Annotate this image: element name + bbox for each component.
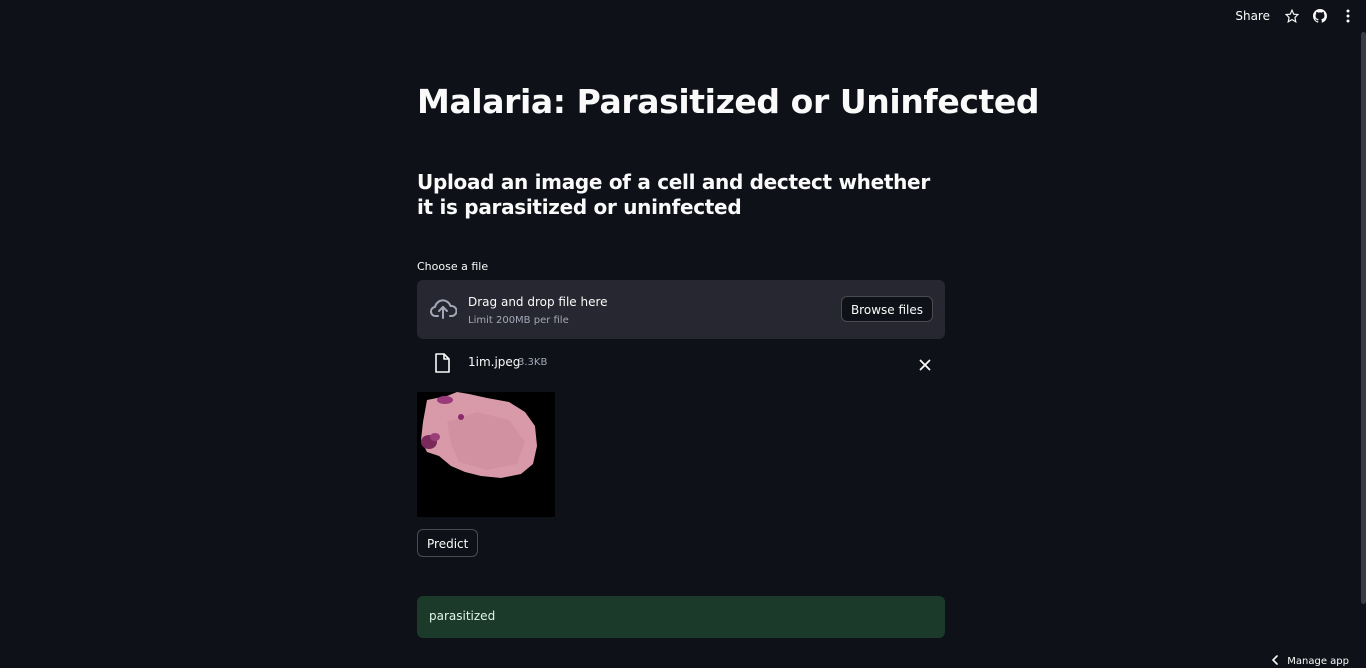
file-uploader-label: Choose a file <box>417 260 489 273</box>
manage-app-button[interactable]: Manage app <box>1272 654 1349 668</box>
cloud-upload-icon <box>429 297 458 325</box>
uploaded-cell-image <box>417 392 555 517</box>
uploaded-file-row: 1im.jpeg 3.3KB <box>417 350 945 376</box>
prediction-result-text: parasitized <box>429 609 496 623</box>
file-dropzone[interactable]: Drag and drop file here Limit 200MB per … <box>417 280 945 339</box>
prediction-result-alert: parasitized <box>417 596 945 638</box>
browse-files-button[interactable]: Browse files <box>840 296 933 322</box>
uploaded-file-name: 1im.jpeg <box>468 355 521 369</box>
uploaded-file-size: 3.3KB <box>518 357 548 368</box>
top-toolbar: Share <box>1235 0 1366 32</box>
page-subtitle: Upload an image of a cell and dectect wh… <box>417 170 930 219</box>
file-icon <box>434 353 450 377</box>
github-icon[interactable] <box>1312 8 1328 24</box>
scrollbar[interactable] <box>1361 32 1366 604</box>
share-button[interactable]: Share <box>1235 9 1270 23</box>
chevron-left-icon <box>1272 654 1279 668</box>
kebab-menu-icon[interactable] <box>1340 8 1356 24</box>
page-title: Malaria: Parasitized or Uninfected <box>417 82 1040 121</box>
dropzone-title: Drag and drop file here <box>468 295 608 309</box>
close-icon[interactable] <box>919 356 931 375</box>
star-icon[interactable] <box>1284 8 1300 24</box>
manage-app-label: Manage app <box>1287 655 1349 667</box>
predict-button[interactable]: Predict <box>417 529 479 557</box>
dropzone-limit: Limit 200MB per file <box>468 315 569 326</box>
